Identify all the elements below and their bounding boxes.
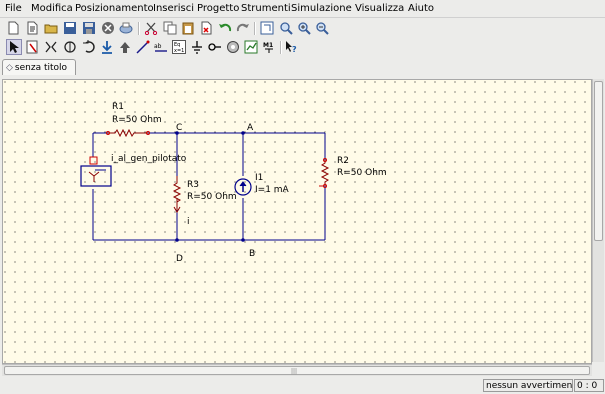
zoom-out-icon[interactable] (314, 20, 330, 36)
resistor-r2[interactable] (319, 158, 330, 188)
menu-visualizza[interactable]: Visualizza (355, 2, 404, 15)
resistor-r1[interactable] (106, 128, 150, 138)
new-text-icon[interactable] (24, 20, 40, 36)
horizontal-scrollbar[interactable]: ||| (2, 364, 592, 376)
i1-name: I1 (255, 173, 263, 183)
r2-name: R2 (337, 156, 349, 166)
junction-b (241, 238, 245, 242)
schematic-canvas[interactable]: R1 R=50 Ohm R2 R=50 Ohm R3 R=50 Ohm I1 I… (2, 79, 592, 364)
save-all-icon[interactable] (81, 20, 97, 36)
status-bar: nessun avvertimento 0 : 0 (0, 378, 605, 394)
select-arrow-icon[interactable] (6, 39, 22, 55)
current-i-label: i (187, 217, 190, 227)
open-icon[interactable] (43, 20, 59, 36)
controlled-source-label: i_al_gen_pilotato (111, 154, 187, 164)
current-source-i1[interactable] (234, 178, 252, 196)
main-toolbar (0, 19, 605, 38)
simulate-icon[interactable] (225, 39, 241, 55)
document-tabbar: ◇ senza titolo (0, 58, 605, 76)
r2-value: R=50 Ohm (337, 168, 387, 178)
junction-a (241, 131, 245, 135)
r1-name: R1 (112, 102, 124, 112)
node-c-label: C (176, 123, 182, 133)
r3-value: R=50 Ohm (187, 192, 237, 202)
r3-name: R3 (187, 180, 199, 190)
mirror-y-icon[interactable] (62, 39, 78, 55)
menu-simulazione[interactable]: Simulazione (291, 2, 352, 15)
status-position: 0 : 0 (574, 379, 604, 392)
menu-progetto[interactable]: Progetto (197, 2, 239, 15)
menu-file[interactable]: File (5, 2, 22, 15)
close-icon[interactable] (100, 20, 116, 36)
node-d-label: D (176, 254, 183, 264)
delete-icon[interactable] (198, 20, 214, 36)
save-icon[interactable] (62, 20, 78, 36)
menu-posizionamento[interactable]: Posizionamento (75, 2, 154, 15)
insert-equation-icon[interactable]: Eq x=1 (171, 39, 187, 55)
edit-component-icon[interactable] (25, 39, 41, 55)
view-data-icon[interactable] (243, 39, 259, 55)
status-message: nessun avvertimento (483, 379, 573, 392)
controlled-source[interactable] (80, 156, 112, 187)
node-b-label: B (249, 249, 255, 259)
node-a-label: A (247, 123, 254, 133)
horizontal-scroll-thumb[interactable]: ||| (4, 366, 590, 375)
i1-value: I=1 mA (255, 185, 290, 195)
svg-text:ab: ab (154, 43, 162, 50)
move-up-icon[interactable] (117, 39, 133, 55)
r1-value: R=50 Ohm (112, 115, 162, 125)
redo-icon[interactable] (235, 20, 251, 36)
undo-icon[interactable] (217, 20, 233, 36)
menu-inserisci[interactable]: Inserisci (153, 2, 194, 15)
zoom-fit-icon[interactable] (278, 20, 294, 36)
copy-icon[interactable] (162, 20, 178, 36)
wire-label-icon[interactable]: ab (153, 39, 169, 55)
zoom-in-icon[interactable] (296, 20, 312, 36)
cut-icon[interactable] (143, 20, 159, 36)
zoom-page-icon[interactable] (259, 20, 275, 36)
vertical-scroll-thumb[interactable] (594, 81, 603, 241)
tools-toolbar: ab Eq x=1 M1 ? (0, 38, 605, 57)
schematic-area: R1 R=50 Ohm R2 R=50 Ohm R3 R=50 Ohm I1 I… (0, 75, 605, 378)
paste-icon[interactable] (180, 20, 196, 36)
menu-bar: File Modifica Posizionamento Inserisci P… (0, 0, 605, 18)
junctions (175, 131, 245, 242)
wires (92, 132, 326, 241)
print-icon[interactable] (118, 20, 134, 36)
resistor-r3[interactable] (172, 176, 182, 213)
document-tab-icon: ◇ (6, 63, 13, 73)
junction-d (175, 238, 179, 242)
scroll-grip-icon: ||| (291, 368, 298, 375)
ground-icon[interactable] (189, 39, 205, 55)
tab-senza-titolo[interactable]: ◇ senza titolo (2, 59, 76, 76)
port-icon[interactable] (207, 39, 223, 55)
menu-aiuto[interactable]: Aiuto (408, 2, 434, 15)
svg-text:x=1: x=1 (174, 48, 184, 54)
schematic-drawing: R1 R=50 Ohm R2 R=50 Ohm R3 R=50 Ohm I1 I… (80, 102, 387, 264)
new-document-icon[interactable] (5, 20, 21, 36)
vertical-scrollbar[interactable] (592, 79, 604, 362)
rotate-icon[interactable] (81, 39, 97, 55)
marker-icon[interactable]: M1 (261, 39, 277, 55)
wire-icon[interactable] (135, 39, 151, 55)
menu-strumenti[interactable]: Strumenti (241, 2, 291, 15)
svg-text:?: ? (292, 45, 297, 54)
help-icon[interactable]: ? (283, 39, 299, 55)
tab-label: senza titolo (14, 63, 68, 73)
mirror-x-icon[interactable] (43, 39, 59, 55)
activate-icon[interactable] (99, 39, 115, 55)
menu-modifica[interactable]: Modifica (31, 2, 73, 15)
svg-text:M1: M1 (263, 42, 273, 49)
